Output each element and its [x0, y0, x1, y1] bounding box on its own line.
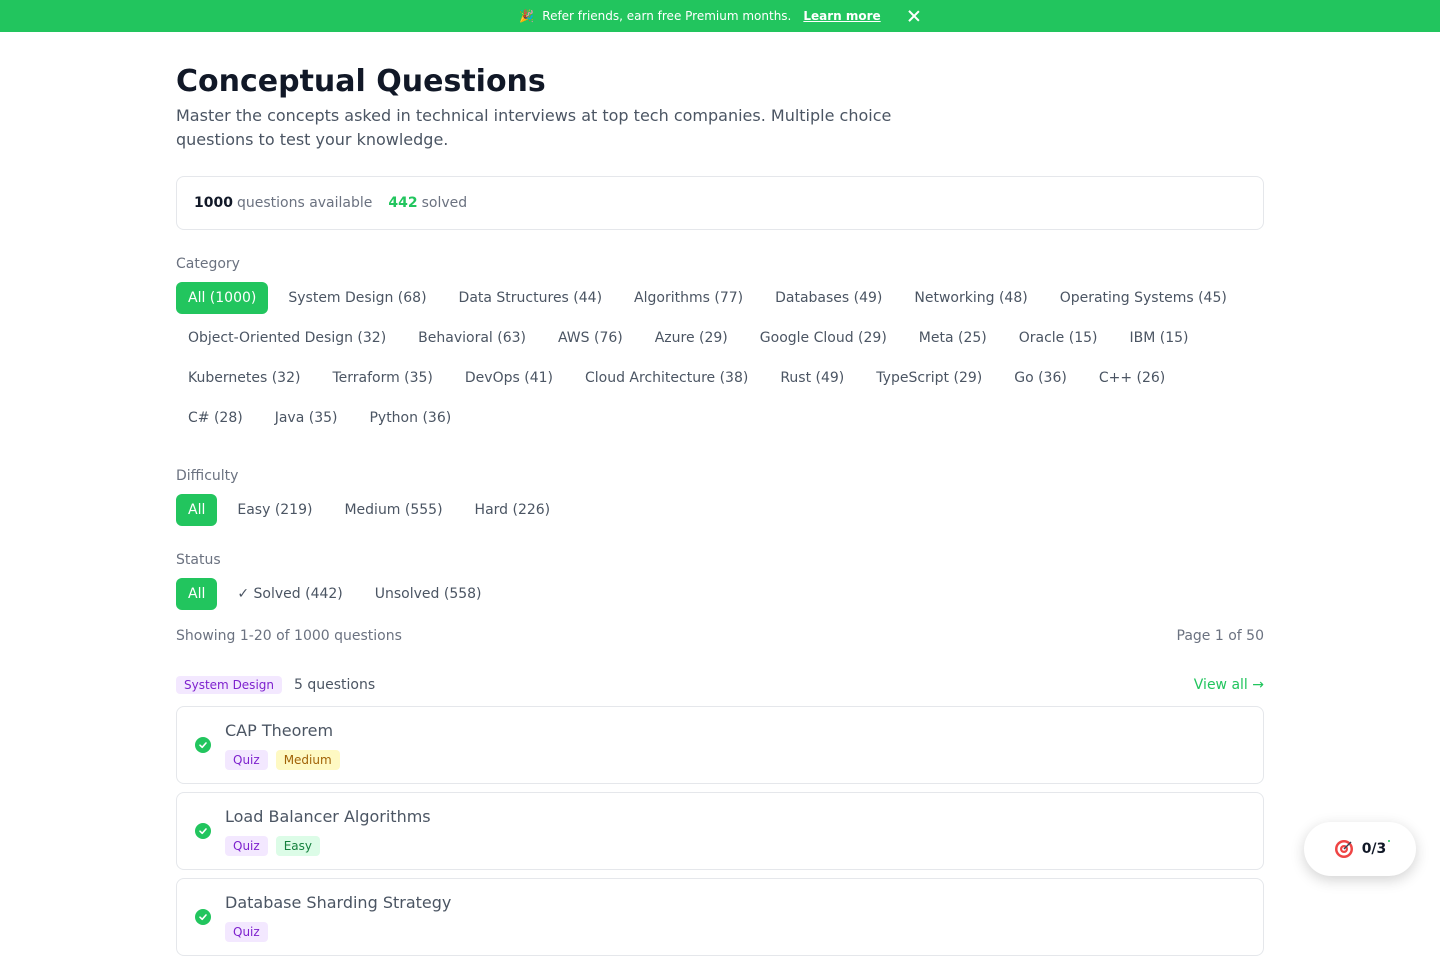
- difficulty-chip[interactable]: Hard (226): [463, 494, 563, 526]
- category-chip[interactable]: Networking (48): [902, 282, 1039, 314]
- difficulty-tag: Easy: [275, 836, 320, 856]
- status-chip[interactable]: ✓ Solved (442): [225, 578, 354, 610]
- category-chip[interactable]: Java (35): [263, 402, 350, 434]
- category-chip[interactable]: Algorithms (77): [622, 282, 755, 314]
- category-filter: All (1000) System Design (68) Data Structu…: [176, 282, 1264, 442]
- category-chip[interactable]: TypeScript (29): [864, 362, 994, 394]
- difficulty-chip[interactable]: Easy (219): [225, 494, 324, 526]
- group-count: 5 questions: [294, 677, 376, 693]
- total-label: questions available: [236, 195, 373, 211]
- category-chip[interactable]: Oracle (15): [1007, 322, 1110, 354]
- question-tags: Quiz Medium: [225, 750, 340, 770]
- page-indicator: Page 1 of 50: [1176, 628, 1264, 644]
- check-circle-icon: [195, 737, 211, 753]
- status-label: Status: [176, 552, 221, 568]
- total-count: 1000: [194, 195, 233, 211]
- check-circle-icon: [195, 909, 211, 925]
- learn-more-link[interactable]: Learn more: [803, 9, 880, 23]
- category-chip[interactable]: Databases (49): [763, 282, 894, 314]
- question-card[interactable]: Database Sharding Strategy Quiz: [176, 878, 1264, 956]
- difficulty-filter: All Easy (219) Medium (555) Hard (226): [176, 494, 1264, 534]
- results-summary: Showing 1-20 of 1000 questions Page 1 of…: [176, 628, 1264, 644]
- category-chip[interactable]: DevOps (41): [453, 362, 565, 394]
- category-chip[interactable]: Object-Oriented Design (32): [176, 322, 398, 354]
- type-tag: Quiz: [225, 922, 268, 942]
- promo-banner: 🎉 Refer friends, earn free Premium month…: [0, 0, 1440, 32]
- question-title: CAP Theorem: [225, 721, 334, 740]
- main-content: Conceptual Questions Master the concepts…: [176, 32, 1264, 956]
- banner-text: Refer friends, earn free Premium months.: [542, 9, 792, 23]
- group-tag: System Design: [176, 676, 282, 694]
- question-card[interactable]: CAP Theorem Quiz Medium: [176, 706, 1264, 784]
- question-title: Database Sharding Strategy: [225, 893, 452, 912]
- party-icon: 🎉: [519, 9, 535, 23]
- category-chip[interactable]: Go (36): [1002, 362, 1079, 394]
- status-filter: All ✓ Solved (442) Unsolved (558): [176, 578, 1264, 618]
- target-icon: [1334, 840, 1353, 858]
- solved-count: 442: [388, 195, 418, 211]
- difficulty-label: Difficulty: [176, 468, 239, 484]
- category-chip[interactable]: Rust (49): [768, 362, 856, 394]
- difficulty-chip[interactable]: All: [176, 494, 218, 526]
- view-all-link[interactable]: View all →: [1194, 677, 1264, 693]
- category-label: Category: [176, 256, 240, 272]
- category-chip[interactable]: Azure (29): [643, 322, 740, 354]
- page-title: Conceptual Questions: [176, 64, 546, 99]
- difficulty-chip[interactable]: Medium (555): [332, 494, 454, 526]
- question-card[interactable]: Load Balancer Algorithms Quiz Easy: [176, 792, 1264, 870]
- solved-label: solved: [421, 195, 468, 211]
- close-icon[interactable]: [907, 9, 921, 23]
- type-tag: Quiz: [225, 836, 268, 856]
- group-header: System Design 5 questions View all →: [176, 674, 1264, 696]
- category-chip[interactable]: Python (36): [357, 402, 463, 434]
- category-chip[interactable]: Terraform (35): [320, 362, 444, 394]
- stats-box: 1000 questions available 442 solved: [176, 176, 1264, 230]
- category-chip[interactable]: C# (28): [176, 402, 255, 434]
- status-chip[interactable]: All: [176, 578, 218, 610]
- difficulty-tag: Medium: [275, 750, 340, 770]
- category-chip[interactable]: Google Cloud (29): [748, 322, 899, 354]
- progress-widget[interactable]: 0/3: [1304, 822, 1416, 876]
- question-title: Load Balancer Algorithms: [225, 807, 431, 826]
- check-circle-icon: [195, 823, 211, 839]
- question-tags: Quiz Easy: [225, 836, 320, 856]
- category-chip[interactable]: IBM (15): [1117, 322, 1200, 354]
- category-chip[interactable]: Kubernetes (32): [176, 362, 312, 394]
- progress-count: 0/3: [1361, 841, 1387, 857]
- category-chip[interactable]: System Design (68): [276, 282, 438, 314]
- status-chip[interactable]: Unsolved (558): [363, 578, 494, 610]
- category-chip[interactable]: Data Structures (44): [447, 282, 615, 314]
- question-list: CAP Theorem Quiz Medium Load Balancer Algor…: [176, 706, 1264, 956]
- category-chip[interactable]: C++ (26): [1087, 362, 1177, 394]
- category-chip[interactable]: Meta (25): [907, 322, 999, 354]
- category-chip[interactable]: All (1000): [176, 282, 269, 314]
- category-chip[interactable]: AWS (76): [546, 322, 635, 354]
- category-chip[interactable]: Operating Systems (45): [1048, 282, 1239, 314]
- category-chip[interactable]: Behavioral (63): [406, 322, 538, 354]
- question-tags: Quiz: [225, 922, 268, 942]
- page-subtitle: Master the concepts asked in technical i…: [176, 106, 892, 149]
- type-tag: Quiz: [225, 750, 268, 770]
- category-chip[interactable]: Cloud Architecture (38): [573, 362, 760, 394]
- spark-dot: [1388, 840, 1390, 842]
- showing-text: Showing 1-20 of 1000 questions: [176, 628, 402, 644]
